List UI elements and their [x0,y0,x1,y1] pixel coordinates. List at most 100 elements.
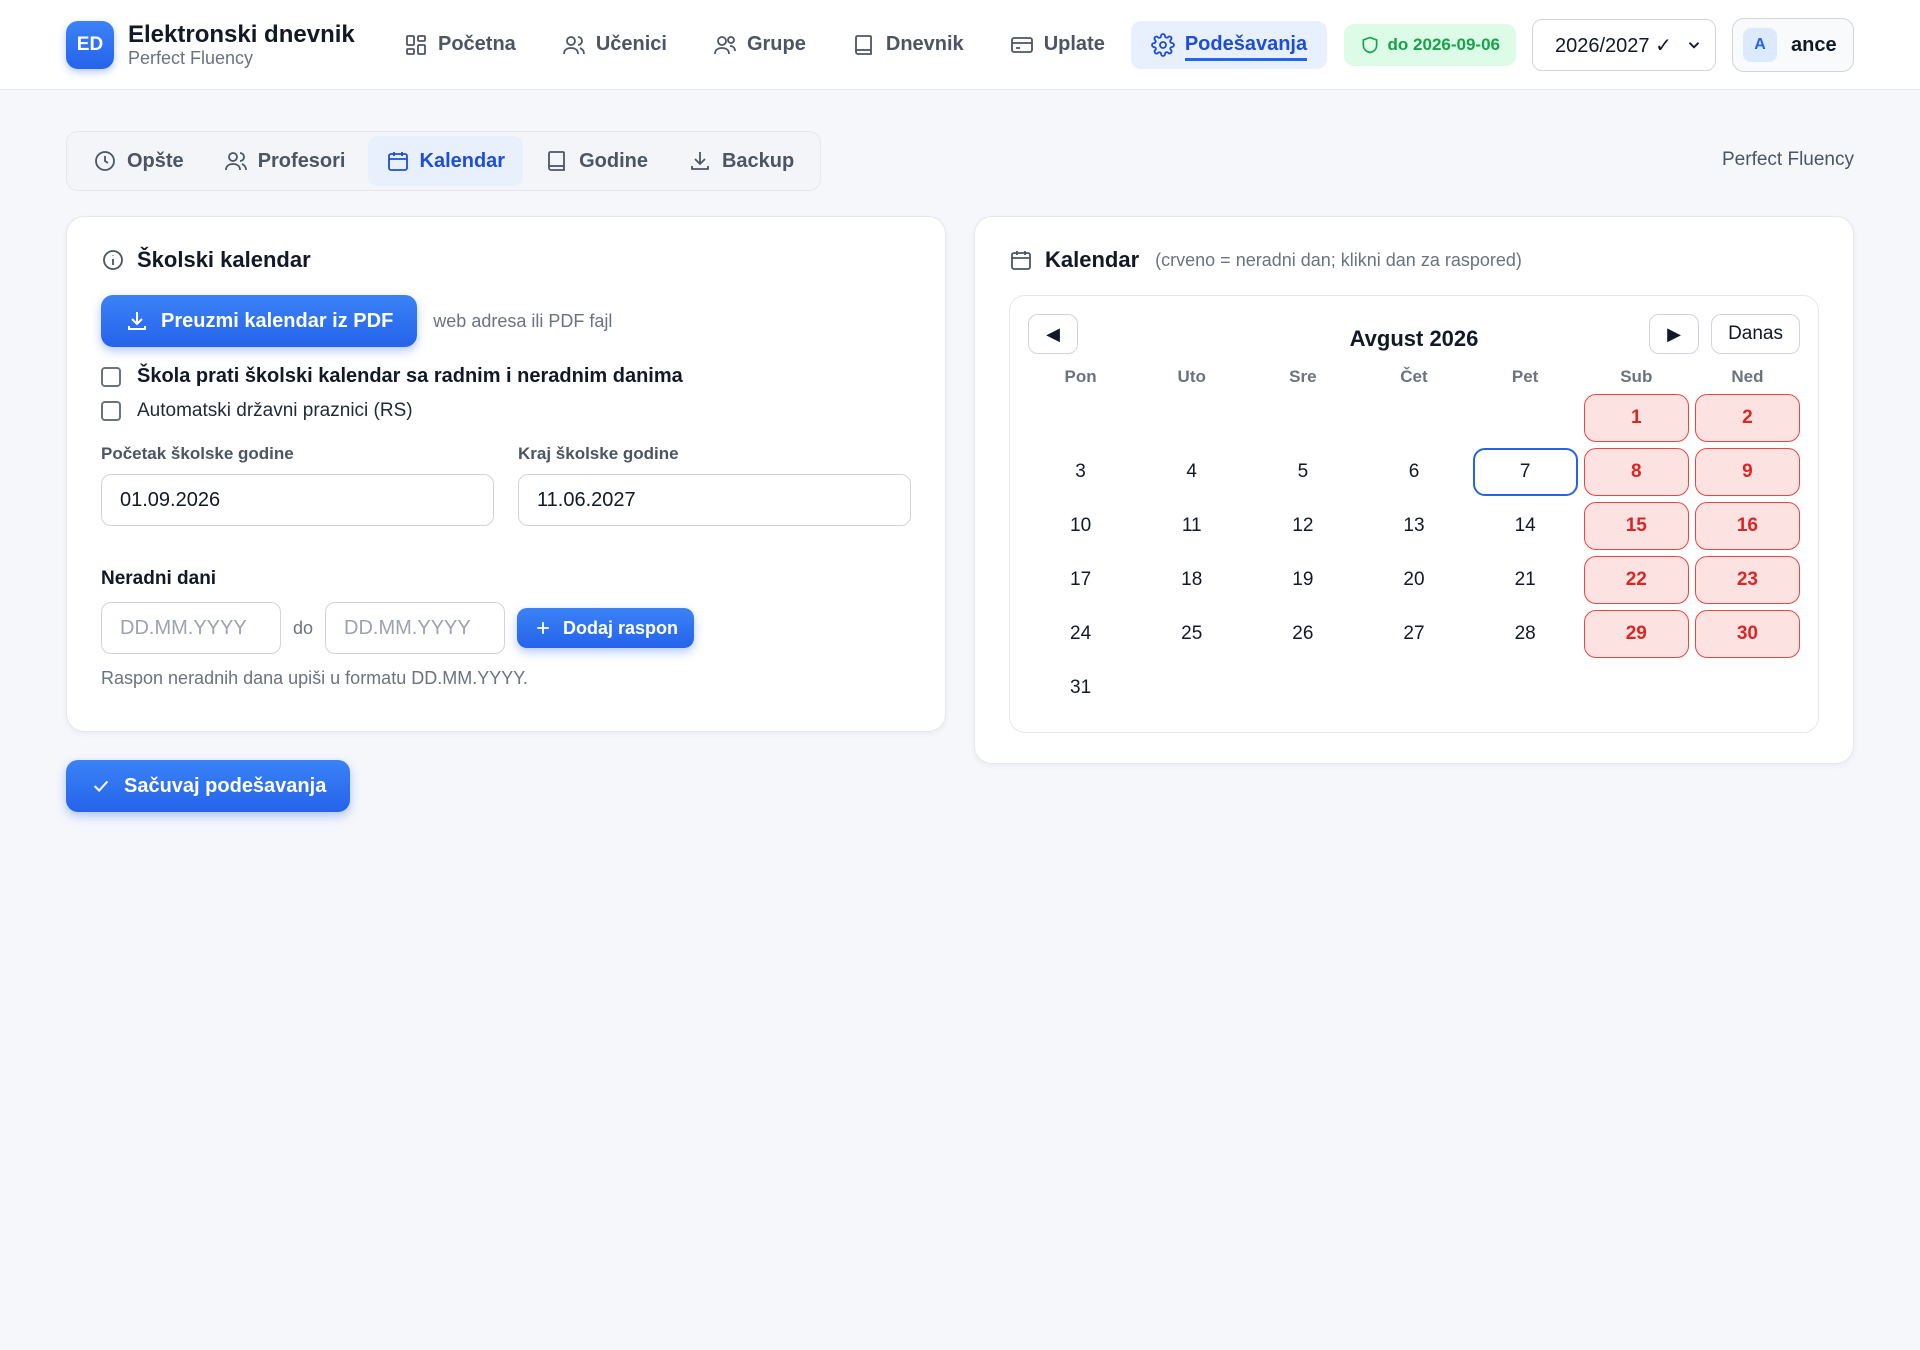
calendar-day[interactable]: 26 [1250,610,1355,658]
calendar-day[interactable]: 6 [1361,448,1466,496]
holidays-checkbox-row[interactable]: Automatski državni praznici (RS) [101,400,911,422]
school-year-select[interactable]: 2026/2027 ✓ [1532,19,1716,71]
non-working-range-row: do Dodaj raspon [101,602,911,654]
calendar-day-non-working[interactable]: 1 [1583,394,1689,442]
tab-backup[interactable]: Backup [670,136,812,186]
start-date-label: Početak školske godine [101,444,294,463]
add-range-button[interactable]: Dodaj raspon [517,608,695,648]
calendar-day[interactable]: 21 [1473,556,1578,604]
group-icon [714,35,736,54]
range-from-input[interactable] [101,602,281,654]
tab-label: Backup [721,149,795,172]
follow-calendar-checkbox-row[interactable]: Škola prati školski kalendar sa radnim i… [101,365,911,388]
nav-label: Grupe [746,33,806,55]
calendar-day-non-working[interactable]: 2 [1694,394,1800,442]
calendar-widget: ◀ ▶ Danas Avgust 2026 Pon Uto Sre Čet Pet Sub… [1009,295,1819,733]
calendar-day-non-working[interactable]: 8 [1583,448,1689,496]
calendar-day[interactable]: 4 [1139,448,1244,496]
calendar-day[interactable]: 17 [1028,556,1133,604]
shield-icon [1362,36,1378,54]
user-name: ance [1791,33,1837,56]
calendar-day[interactable]: 24 [1028,610,1133,658]
calendar-day[interactable]: 28 [1473,610,1578,658]
calendar-day-non-working[interactable]: 29 [1583,610,1689,658]
tab-kalendar[interactable]: Kalendar [367,136,524,186]
top-header: ED Elektronski dnevnik Perfect Fluency P… [0,0,1920,90]
users-icon [224,152,247,171]
prev-month-button[interactable]: ◀ [1028,314,1078,354]
calendar-nav: ◀ ▶ Danas [1028,314,1800,354]
calendar-icon [1011,251,1031,270]
users-icon [562,35,585,54]
today-button[interactable]: Danas [1711,314,1800,354]
download-icon [128,312,146,330]
tab-opste[interactable]: Opšte [75,136,202,186]
calendar-day[interactable]: 25 [1139,610,1244,658]
calendar-day[interactable]: 31 [1028,664,1133,712]
calendar-blank-cell [1473,394,1578,442]
weekday-header: Čet [1400,367,1428,386]
nav-item-uplate[interactable]: Uplate [990,21,1125,69]
end-date-label: Kraj školske godine [518,444,679,463]
save-settings-button[interactable]: Sačuvaj podešavanja [66,760,351,812]
tab-profesori[interactable]: Profesori [206,136,364,186]
save-settings-label: Sačuvaj podešavanja [124,774,327,797]
start-date-input[interactable] [101,474,494,526]
weekday-header: Pon [1064,367,1097,386]
brand[interactable]: ED Elektronski dnevnik Perfect Fluency [66,20,384,69]
nav-item-podesavanja[interactable]: Podešavanja [1130,20,1328,69]
calendar-day[interactable]: 14 [1473,502,1578,550]
nav-item-grupe[interactable]: Grupe [693,21,826,69]
holidays-checkbox[interactable] [101,401,121,421]
weekday-header: Uto [1177,367,1206,386]
school-calendar-card: Školski kalendar Preuzmi kalendar iz PDF… [66,216,946,732]
calendar-day[interactable]: 10 [1028,502,1133,550]
user-menu[interactable]: A ance [1732,18,1854,72]
nav-item-dnevnik[interactable]: Dnevnik [832,21,984,69]
calendar-day-non-working[interactable]: 22 [1583,556,1689,604]
calendar-day[interactable]: 5 [1250,448,1355,496]
calendar-day-non-working[interactable]: 9 [1694,448,1800,496]
tab-godine[interactable]: Godine [527,136,666,186]
calendar-day[interactable]: 19 [1250,556,1355,604]
nav-item-ucenici[interactable]: Učenici [542,21,687,69]
calendar-day-non-working[interactable]: 23 [1694,556,1800,604]
calendar-day-non-working[interactable]: 30 [1694,610,1800,658]
calendar-day[interactable]: 20 [1361,556,1466,604]
gear-icon [1150,32,1175,57]
check-icon [93,780,109,793]
next-month-button[interactable]: ▶ [1649,314,1700,354]
calendar-title: Kalendar [1045,247,1140,272]
calendar-day-non-working[interactable]: 16 [1694,502,1800,550]
calendar-grid: Pon Uto Sre Čet Pet Sub Ned 1 2 3 4 5 6 7 8 9 10 11 12 13 14… [1028,360,1800,718]
range-separator: do [293,617,314,638]
nav-label: Početna [438,33,516,55]
calendar-day[interactable]: 27 [1361,610,1466,658]
school-year-value: 2026/2027 ✓ [1555,34,1672,57]
clock-icon [95,151,115,171]
settings-tabs-row: Opšte Profesori Kalendar Godine Backup P… [66,131,1854,191]
import-pdf-button[interactable]: Preuzmi kalendar iz PDF [101,295,418,347]
calendar-day[interactable]: 18 [1139,556,1244,604]
nav-label: Učenici [595,33,667,55]
dashboard-icon [406,34,426,55]
nav-item-pocetna[interactable]: Početna [384,21,536,69]
calendar-day[interactable]: 12 [1250,502,1355,550]
calendar-day[interactable]: 13 [1361,502,1466,550]
calendar-blank-cell [1361,394,1466,442]
calendar-blank-cell [1139,394,1244,442]
range-to-input[interactable] [325,602,506,654]
card-header: Školski kalendar [101,247,911,273]
follow-calendar-checkbox[interactable] [101,366,121,387]
calendar-day[interactable]: 11 [1139,502,1244,550]
calendar-day[interactable]: 3 [1028,448,1133,496]
nav-label: Uplate [1043,33,1105,55]
plus-icon [537,622,549,634]
calendar-blank-cell [1250,394,1355,442]
calendar-day-non-working[interactable]: 15 [1583,502,1689,550]
holidays-label: Automatski državni praznici (RS) [137,400,413,421]
card-title: Školski kalendar [137,247,311,272]
end-date-input[interactable] [518,474,911,526]
book-icon [548,151,565,171]
calendar-day-today[interactable]: 7 [1472,448,1578,496]
